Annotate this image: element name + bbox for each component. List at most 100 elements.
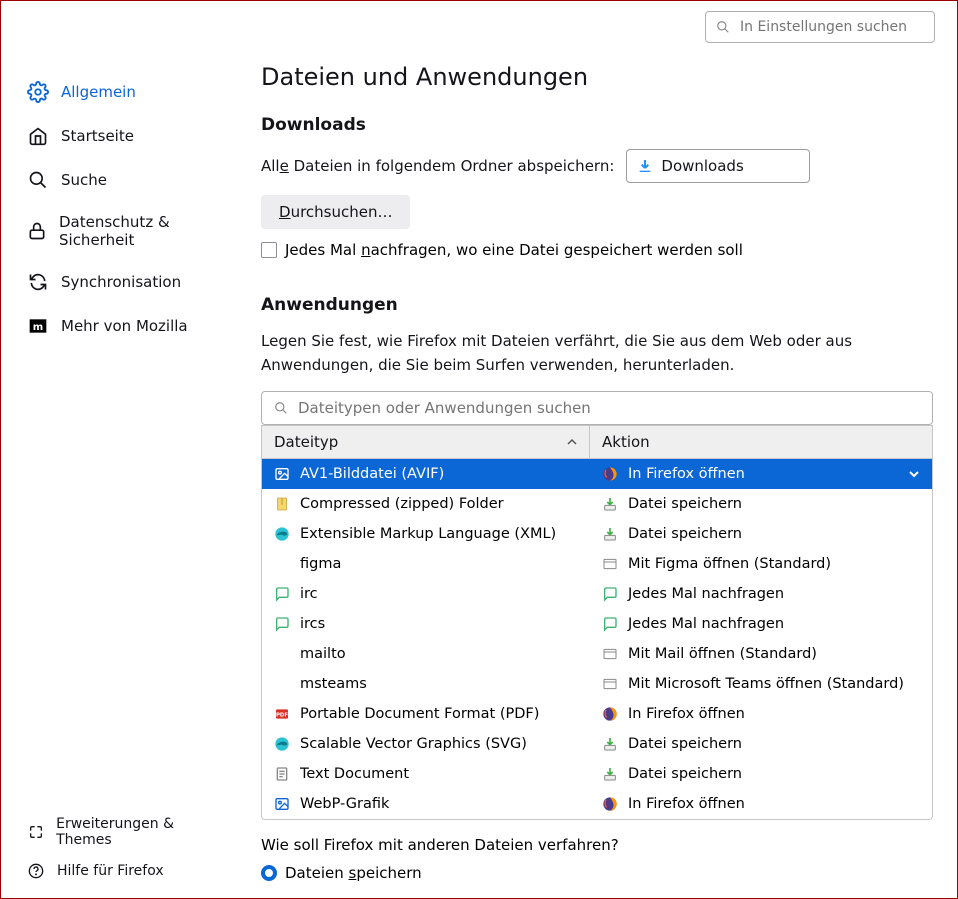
firefox-icon	[602, 466, 618, 482]
save-files-label: Alle Dateien in folgendem Ordner abspeic…	[261, 157, 614, 175]
action-label: Datei speichern	[628, 766, 742, 782]
sidebar-item-home[interactable]: Startseite	[19, 117, 233, 155]
table-row[interactable]: msteamsMit Microsoft Teams öffnen (Stand…	[262, 669, 932, 699]
applications-heading: Anwendungen	[261, 295, 933, 315]
text-icon	[274, 766, 290, 782]
filetype-label: Text Document	[300, 766, 409, 782]
action-label: Datei speichern	[628, 736, 742, 752]
filetype-label: mailto	[300, 646, 346, 662]
blank-icon	[274, 556, 290, 572]
sidebar-item-search[interactable]: Suche	[19, 161, 233, 199]
browse-button[interactable]: Durchsuchen…	[261, 195, 410, 229]
download-arrow-icon	[637, 158, 653, 174]
sidebar-label: Suche	[61, 171, 107, 189]
action-label: Jedes Mal nachfragen	[628, 586, 784, 602]
downloads-heading: Downloads	[261, 115, 933, 135]
sidebar-label: Mehr von Mozilla	[61, 317, 188, 335]
downloads-folder-row: Alle Dateien in folgendem Ordner abspeic…	[261, 149, 933, 229]
always-ask-label: Jedes Mal nachfragen, wo eine Datei gesp…	[285, 241, 743, 259]
always-ask-row[interactable]: Jedes Mal nachfragen, wo eine Datei gesp…	[261, 241, 933, 259]
image-icon	[274, 796, 290, 812]
chat-icon	[602, 616, 618, 632]
sort-asc-icon	[567, 437, 577, 447]
filetype-label: irc	[300, 586, 318, 602]
table-row[interactable]: ircs Jedes Mal nachfragen	[262, 609, 932, 639]
table-row[interactable]: Compressed (zipped) Folder Datei speicher…	[262, 489, 932, 519]
table-row[interactable]: Extensible Markup Language (XML)Datei sp…	[262, 519, 932, 549]
sidebar-item-extensions[interactable]: Erweiterungen & Themes	[19, 810, 233, 854]
filetype-label: Scalable Vector Graphics (SVG)	[300, 736, 527, 752]
sidebar-item-general[interactable]: Allgemein	[19, 73, 233, 111]
sidebar: Allgemein Startseite Suche Datenschutz &…	[1, 43, 241, 898]
settings-search-input[interactable]	[738, 18, 924, 36]
save-files-radio-label: Dateien speichern	[285, 864, 422, 882]
save-files-radio-row[interactable]: Dateien speichern	[261, 864, 933, 882]
save-icon	[602, 766, 618, 782]
apps-search-input[interactable]	[296, 398, 920, 418]
th-action[interactable]: Aktion	[590, 426, 932, 458]
blank-icon	[274, 646, 290, 662]
table-row[interactable]: AV1-Bilddatei (AVIF)In Firefox öffnen	[262, 459, 932, 489]
zip-icon	[274, 496, 290, 512]
edge-icon	[274, 736, 290, 752]
apps-search[interactable]	[261, 391, 933, 425]
sidebar-item-help[interactable]: Hilfe für Firefox	[19, 856, 233, 886]
sidebar-label: Startseite	[61, 127, 134, 145]
sidebar-label: Datenschutz & Sicherheit	[59, 213, 225, 249]
home-icon	[27, 125, 49, 147]
action-label: Mit Microsoft Teams öffnen (Standard)	[628, 676, 904, 692]
th-filetype[interactable]: Dateityp	[262, 426, 590, 458]
table-row[interactable]: Text Document Datei speichern	[262, 759, 932, 789]
mozilla-icon: m	[27, 315, 49, 337]
chat-icon	[602, 586, 618, 602]
sidebar-item-privacy[interactable]: Datenschutz & Sicherheit	[19, 205, 233, 257]
save-icon	[602, 736, 618, 752]
edge-icon	[274, 526, 290, 542]
save-files-radio[interactable]	[261, 865, 277, 881]
always-ask-checkbox[interactable]	[261, 242, 277, 258]
firefox-icon	[602, 796, 618, 812]
window-icon	[602, 556, 618, 572]
search-icon	[27, 169, 49, 191]
sidebar-item-mozilla[interactable]: m Mehr von Mozilla	[19, 307, 233, 345]
window-icon	[602, 646, 618, 662]
page-title: Dateien und Anwendungen	[261, 63, 933, 91]
action-label: In Firefox öffnen	[628, 706, 745, 722]
apps-table-header: Dateityp Aktion	[261, 425, 933, 459]
sync-icon	[27, 271, 49, 293]
search-icon	[274, 401, 288, 415]
table-row[interactable]: mailto Mit Mail öffnen (Standard)	[262, 639, 932, 669]
help-icon	[27, 862, 45, 880]
downloads-folder-field[interactable]: Downloads	[626, 149, 810, 183]
action-label: In Firefox öffnen	[628, 796, 745, 812]
table-row[interactable]: Scalable Vector Graphics (SVG) Datei spei…	[262, 729, 932, 759]
action-label: Mit Mail öffnen (Standard)	[628, 646, 817, 662]
action-label: Datei speichern	[628, 496, 742, 512]
settings-search[interactable]	[705, 11, 935, 43]
sidebar-item-sync[interactable]: Synchronisation	[19, 263, 233, 301]
table-row[interactable]: irc Jedes Mal nachfragen	[262, 579, 932, 609]
main-content: Dateien und Anwendungen Downloads Alle D…	[241, 43, 957, 898]
filetype-label: AV1-Bilddatei (AVIF)	[300, 466, 444, 482]
gear-icon	[27, 81, 49, 103]
sidebar-label: Allgemein	[61, 83, 136, 101]
action-label: Jedes Mal nachfragen	[628, 616, 784, 632]
table-row[interactable]: figmaMit Figma öffnen (Standard)	[262, 549, 932, 579]
sidebar-label: Erweiterungen & Themes	[56, 816, 225, 848]
filetype-label: WebP-Grafik	[300, 796, 389, 812]
save-icon	[602, 496, 618, 512]
pdf-icon: PDF	[274, 706, 290, 722]
table-row[interactable]: PDFPortable Document Format (PDF)In Fire…	[262, 699, 932, 729]
chat-icon	[274, 586, 290, 602]
table-row[interactable]: WebP-Grafik In Firefox öffnen	[262, 789, 932, 819]
filetype-label: figma	[300, 556, 341, 572]
save-icon	[602, 526, 618, 542]
filetype-label: Compressed (zipped) Folder	[300, 496, 504, 512]
sidebar-label: Hilfe für Firefox	[57, 863, 164, 879]
other-files-question: Wie soll Firefox mit anderen Dateien ver…	[261, 836, 933, 854]
puzzle-icon	[27, 823, 44, 841]
chevron-down-icon	[908, 468, 920, 480]
filetype-label: ircs	[300, 616, 325, 632]
action-label: Datei speichern	[628, 526, 742, 542]
svg-text:PDF: PDF	[276, 713, 288, 719]
